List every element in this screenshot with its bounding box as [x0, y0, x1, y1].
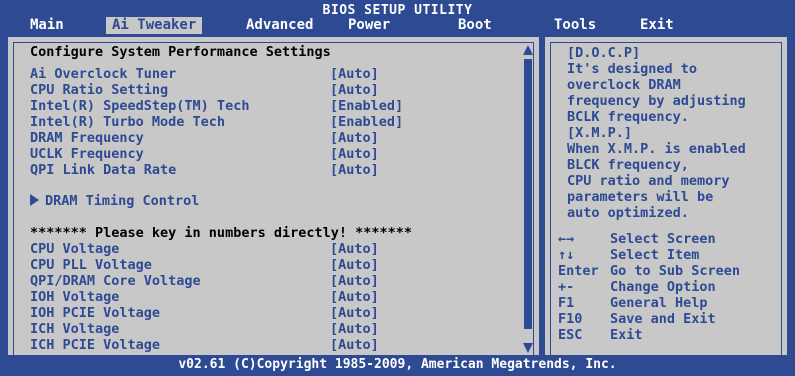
up-down-arrows-icon: ↑↓ — [558, 247, 575, 263]
key-help-select-screen: ←→ Select Screen — [558, 231, 716, 247]
menu-advanced[interactable]: Advanced — [240, 17, 319, 34]
menu-boot[interactable]: Boot — [452, 17, 498, 34]
left-right-arrows-icon: ←→ — [558, 231, 575, 247]
scroll-up-arrow-icon[interactable] — [523, 45, 533, 55]
submenu-arrow-icon — [30, 194, 39, 206]
bios-header: BIOS SETUP UTILITY Main Ai Tweaker Advan… — [0, 0, 795, 34]
help-line: CPU ratio and memory — [567, 173, 730, 189]
help-line: [D.O.C.P] — [567, 45, 641, 61]
copyright-footer: v02.61 (C)Copyright 1985-2009, American … — [178, 357, 617, 372]
bios-title: BIOS SETUP UTILITY — [322, 3, 473, 18]
scroll-thumb[interactable] — [524, 59, 532, 329]
menu-main[interactable]: Main — [24, 17, 70, 34]
help-line: When X.M.P. is enabled — [567, 141, 746, 157]
help-line: [X.M.P.] — [567, 125, 633, 141]
help-line: overclock DRAM — [567, 77, 681, 93]
help-line: auto optimized. — [567, 205, 689, 221]
key-help-change-option: +- Change Option — [558, 279, 716, 295]
help-line: frequency by adjusting — [567, 93, 746, 109]
menu-tools[interactable]: Tools — [548, 17, 602, 34]
scrollbar[interactable] — [523, 45, 533, 353]
menu-power[interactable]: Power — [342, 17, 396, 34]
scroll-down-arrow-icon[interactable] — [523, 343, 533, 353]
help-line: BLCK frequency, — [567, 157, 689, 173]
help-line: BCLK frequency. — [567, 109, 689, 125]
key-help-select-item: ↑↓ Select Item — [558, 247, 700, 263]
menu-exit[interactable]: Exit — [634, 17, 680, 34]
help-line: parameters will be — [567, 189, 714, 205]
notice-text: ******* Please key in numbers directly! … — [30, 225, 413, 241]
key-help-save-exit: F10 Save and Exit — [558, 311, 716, 327]
key-help-exit: ESC Exit — [558, 327, 643, 343]
help-line: It's designed to — [567, 61, 698, 77]
key-help-enter: Enter Go to Sub Screen — [558, 263, 741, 279]
submenu-dram-timing[interactable]: DRAM Timing Control — [30, 193, 199, 209]
help-panel: [D.O.C.P] It's designed to overclock DRA… — [545, 37, 787, 355]
menu-ai-tweaker[interactable]: Ai Tweaker — [106, 17, 203, 34]
key-help-general-help: F1 General Help — [558, 295, 708, 311]
settings-panel: Configure System Performance Settings Ai… — [8, 37, 539, 355]
